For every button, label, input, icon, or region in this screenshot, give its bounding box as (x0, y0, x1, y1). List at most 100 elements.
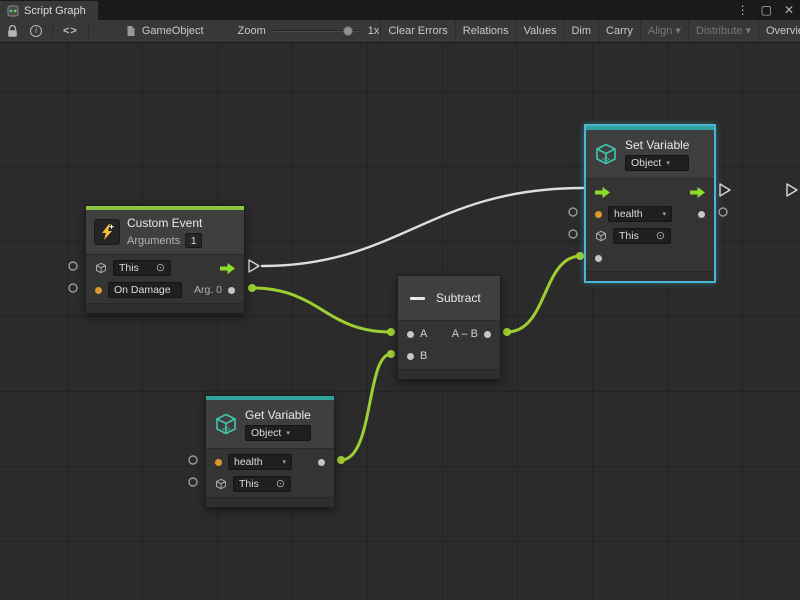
gameobject-icon (125, 25, 137, 37)
toolbar-button-distribute: Distribute ▾ (688, 20, 758, 43)
arguments-field[interactable]: 1 (185, 233, 202, 248)
zoom-slider-handle[interactable] (343, 26, 353, 36)
toolbar-button-clear-errors[interactable]: Clear Errors (380, 20, 454, 43)
ghost-port[interactable] (189, 478, 197, 486)
lock-icon[interactable] (7, 25, 18, 38)
port-arg0-out[interactable] (248, 284, 256, 292)
tab-script-graph[interactable]: Script Graph (0, 1, 98, 20)
wire-subtract-setvariable (507, 256, 581, 332)
toolbar-button-values[interactable]: Values (516, 20, 564, 43)
flow-in-arrow-icon[interactable] (595, 187, 610, 198)
port-value-in-dot[interactable] (595, 255, 602, 262)
variable-cube-icon: <> (214, 412, 238, 436)
ghost-port[interactable] (569, 230, 577, 238)
node-title: Get Variable (245, 408, 311, 422)
node-set-variable[interactable]: <> Set Variable Object ▾ (585, 125, 715, 282)
toolbar-button-group: Clear Errors Relations Values Dim Carry … (380, 20, 800, 43)
port-row-a: A A – B (398, 323, 500, 345)
node-footer (86, 303, 244, 313)
toolbar-button-dim[interactable]: Dim (563, 20, 598, 43)
node-subtract[interactable]: Subtract A A – B B (397, 275, 501, 380)
target-picker-icon[interactable]: ⊙ (276, 479, 285, 489)
node-footer (398, 369, 500, 379)
ghost-port[interactable] (719, 208, 727, 216)
variable-name-dropdown[interactable]: health ▾ (608, 206, 672, 222)
cube-icon (595, 230, 607, 242)
info-icon[interactable]: i (30, 25, 42, 37)
port-value-out-dot[interactable] (318, 459, 325, 466)
port-row-flow (586, 181, 714, 203)
zoom-slider[interactable] (273, 25, 361, 37)
ghost-port[interactable] (69, 284, 77, 292)
wire-arg0-subtract-a (252, 288, 391, 332)
toolbar-button-carry[interactable]: Carry (598, 20, 640, 43)
variable-scope-dropdown[interactable]: Object ▾ (625, 155, 689, 171)
port-subtract-out[interactable] (503, 328, 511, 336)
output-label: A – B (452, 328, 478, 340)
port-subtract-b-in[interactable] (387, 350, 395, 358)
toolbar-button-overview[interactable]: Overview (758, 20, 800, 43)
chevron-down-icon: ▾ (666, 159, 670, 167)
node-title: Custom Event (127, 216, 202, 230)
event-name-field[interactable]: On Damage (108, 282, 182, 298)
chevron-down-icon: ▾ (286, 429, 290, 437)
subtract-icon (410, 297, 425, 300)
panel-menu-icon[interactable]: ⋮ (737, 2, 749, 18)
lightning-icon (94, 219, 120, 245)
cube-icon (215, 478, 227, 490)
variable-scope-dropdown[interactable]: Object ▾ (245, 425, 311, 441)
this-value: This (239, 478, 259, 490)
target-picker-icon[interactable]: ⊙ (656, 231, 665, 241)
flow-out-arrow-icon[interactable] (690, 187, 705, 198)
wire-getvariable-subtract-b (341, 354, 391, 460)
close-icon[interactable]: ✕ (784, 2, 794, 18)
arguments-label: Arguments (127, 235, 180, 247)
port-row-this: This ⊙ (86, 257, 244, 279)
this-field[interactable]: This ⊙ (613, 228, 671, 244)
this-field[interactable]: This ⊙ (233, 476, 291, 492)
flow-out-port-custom-event[interactable] (249, 260, 259, 272)
graph-canvas[interactable]: Custom Event Arguments 1 This ⊙ (0, 43, 800, 600)
port-arg0-dot[interactable] (228, 287, 235, 294)
code-view-icon[interactable]: <> (63, 25, 78, 37)
port-name-in[interactable] (215, 459, 222, 466)
port-setvariable-value-in[interactable] (576, 252, 584, 260)
script-graph-icon (7, 5, 19, 17)
port-row-object: This ⊙ (586, 225, 714, 247)
variable-cube-icon: <> (594, 142, 618, 166)
maximize-icon[interactable]: ▢ (761, 2, 772, 18)
node-title: Set Variable (625, 138, 689, 152)
flow-port-edge[interactable] (787, 184, 797, 196)
svg-text:<>: <> (222, 427, 230, 434)
variable-name-dropdown[interactable]: health ▾ (228, 454, 292, 470)
port-value-out-dot[interactable] (698, 211, 705, 218)
zoom-value: 1x (368, 25, 380, 37)
graph-target[interactable]: GameObject (125, 25, 204, 37)
chevron-down-icon: ▾ (282, 458, 286, 466)
toolbar-button-relations[interactable]: Relations (455, 20, 516, 43)
ghost-port[interactable] (189, 456, 197, 464)
node-footer (586, 271, 714, 281)
this-field[interactable]: This ⊙ (113, 260, 171, 276)
flow-out-port-set-variable[interactable] (720, 184, 730, 196)
zoom-label: Zoom (238, 25, 266, 37)
port-row-value-in (586, 247, 714, 269)
port-name-in[interactable] (595, 211, 602, 218)
node-title: Subtract (436, 291, 481, 305)
node-custom-event[interactable]: Custom Event Arguments 1 This ⊙ (85, 205, 245, 314)
arg0-label: Arg. 0 (194, 284, 222, 296)
node-get-variable[interactable]: <> Get Variable Object ▾ health ▾ (205, 395, 335, 508)
this-value: This (119, 262, 139, 274)
port-getvariable-out[interactable] (337, 456, 345, 464)
port-subtract-a-in[interactable] (387, 328, 395, 336)
port-b-dot[interactable] (407, 353, 414, 360)
scope-value: Object (251, 427, 281, 439)
ghost-port[interactable] (69, 262, 77, 270)
ghost-port[interactable] (569, 208, 577, 216)
tab-title: Script Graph (24, 5, 86, 17)
flow-out-arrow-icon[interactable] (220, 263, 235, 274)
port-out-dot[interactable] (484, 331, 491, 338)
target-picker-icon[interactable]: ⊙ (156, 263, 165, 273)
port-a-dot[interactable] (407, 331, 414, 338)
port-name-in[interactable] (95, 287, 102, 294)
